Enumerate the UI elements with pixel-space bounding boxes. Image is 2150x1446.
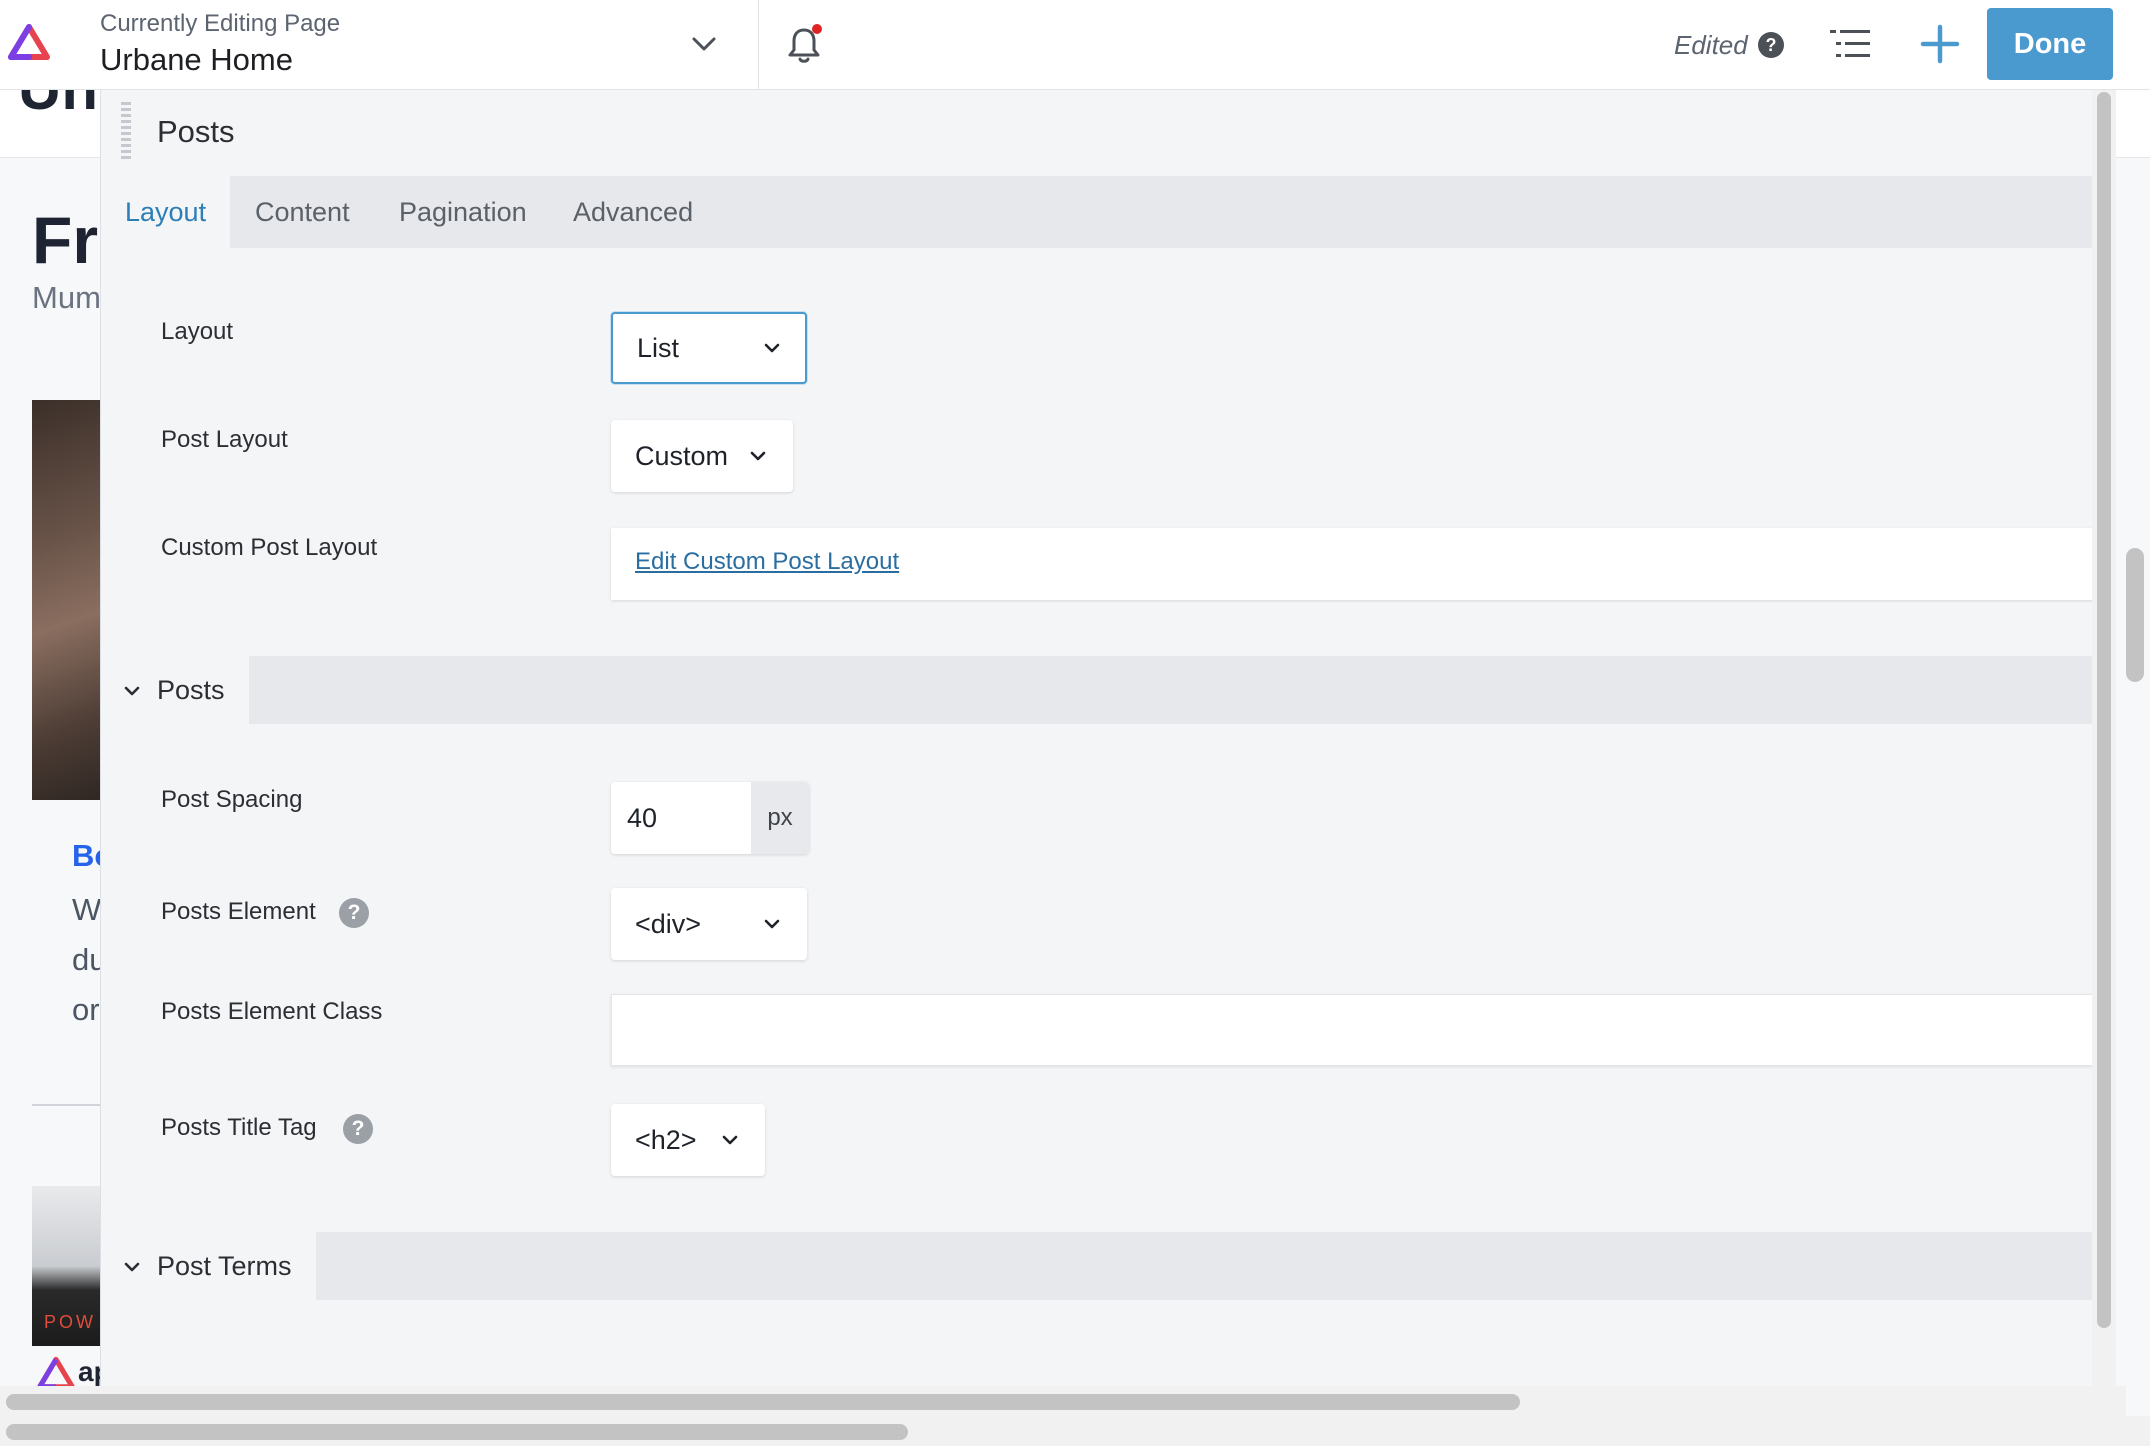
post-spacing-label: Post Spacing bbox=[161, 786, 303, 813]
chevron-down-icon[interactable] bbox=[688, 30, 720, 58]
custom-post-layout-field: Edit Custom Post Layout bbox=[611, 528, 2100, 600]
post-spacing-input[interactable] bbox=[611, 782, 751, 854]
post-terms-section-header: Post Terms bbox=[101, 1232, 2100, 1300]
page-scrollbar-thumb[interactable] bbox=[2126, 548, 2144, 682]
layout-label: Layout bbox=[161, 318, 234, 345]
bell-icon[interactable] bbox=[784, 22, 824, 66]
chevron-down-icon bbox=[722, 1135, 738, 1145]
help-icon[interactable]: ? bbox=[343, 1114, 373, 1144]
page-title[interactable]: Urbane Home bbox=[100, 42, 293, 78]
posts-settings-panel: Posts Layout Content Pagination Advanced… bbox=[100, 90, 2100, 1386]
edited-status: Edited bbox=[1674, 30, 1748, 60]
custom-post-layout-label: Custom Post Layout bbox=[161, 534, 378, 561]
outline-list-icon[interactable] bbox=[1828, 26, 1872, 62]
layout-select-value: List bbox=[637, 333, 680, 363]
builder-logo-icon[interactable] bbox=[6, 22, 52, 64]
posts-element-label: Posts Element bbox=[161, 898, 316, 925]
post-layout-select-value: Custom bbox=[635, 441, 729, 471]
help-icon[interactable]: ? bbox=[1758, 32, 1784, 58]
panel-scrollbar-thumb[interactable] bbox=[2097, 92, 2111, 1328]
posts-element-class-label: Posts Element Class bbox=[161, 998, 383, 1025]
done-button[interactable]: Done bbox=[1987, 8, 2113, 80]
page-root: Un Fr Mum Bo W du or POW ap Currently Ed… bbox=[0, 0, 2150, 1446]
chevron-down-icon bbox=[124, 686, 140, 696]
layout-select[interactable]: List bbox=[611, 312, 807, 384]
background-subtitle-fragment: Mum bbox=[32, 280, 101, 315]
posts-section-title: Posts bbox=[157, 675, 225, 705]
posts-element-class-input[interactable] bbox=[611, 994, 2100, 1066]
panel-horizontal-scrollbar-thumb[interactable] bbox=[6, 1394, 1520, 1410]
top-toolbar: Currently Editing Page Urbane Home Edite… bbox=[0, 0, 2150, 90]
tab-layout[interactable]: Layout bbox=[101, 176, 231, 248]
panel-tabs: Layout Content Pagination Advanced bbox=[101, 176, 2100, 248]
background-excerpt-line: W bbox=[72, 892, 102, 927]
posts-section-header: Posts bbox=[101, 656, 2100, 724]
page-horizontal-scrollbar-thumb[interactable] bbox=[6, 1424, 908, 1440]
plus-icon[interactable] bbox=[1918, 22, 1962, 66]
posts-title-tag-label: Posts Title Tag bbox=[161, 1114, 317, 1141]
currently-editing-label: Currently Editing Page bbox=[100, 10, 341, 37]
tab-content[interactable]: Content bbox=[231, 176, 374, 248]
toolbar-divider bbox=[758, 0, 759, 90]
panel-title: Posts bbox=[157, 114, 235, 149]
posts-section-toggle[interactable]: Posts bbox=[101, 656, 249, 724]
background-excerpt-line: or bbox=[72, 992, 100, 1027]
posts-title-tag-select-value: <h2> bbox=[635, 1125, 697, 1155]
post-layout-select[interactable]: Custom bbox=[611, 420, 793, 492]
post-terms-section-title: Post Terms bbox=[157, 1251, 292, 1281]
background-image-text: POW bbox=[44, 1312, 96, 1332]
post-spacing-unit: px bbox=[751, 782, 809, 854]
drag-handle-icon[interactable] bbox=[121, 102, 131, 162]
tab-pagination[interactable]: Pagination bbox=[375, 176, 551, 248]
post-layout-label: Post Layout bbox=[161, 426, 288, 453]
chevron-down-icon bbox=[764, 343, 780, 353]
post-terms-section-toggle[interactable]: Post Terms bbox=[101, 1232, 316, 1300]
post-spacing-field: px bbox=[611, 782, 809, 854]
posts-title-tag-select[interactable]: <h2> bbox=[611, 1104, 765, 1176]
edit-custom-post-layout-link[interactable]: Edit Custom Post Layout bbox=[635, 548, 899, 576]
help-icon[interactable]: ? bbox=[339, 898, 369, 928]
posts-element-select-value: <div> bbox=[635, 909, 702, 939]
posts-element-select[interactable]: <div> bbox=[611, 888, 807, 960]
tab-advanced[interactable]: Advanced bbox=[549, 176, 717, 248]
background-title-fragment: Fr bbox=[32, 203, 98, 277]
chevron-down-icon bbox=[764, 919, 780, 929]
chevron-down-icon bbox=[124, 1262, 140, 1272]
chevron-down-icon bbox=[750, 451, 766, 461]
